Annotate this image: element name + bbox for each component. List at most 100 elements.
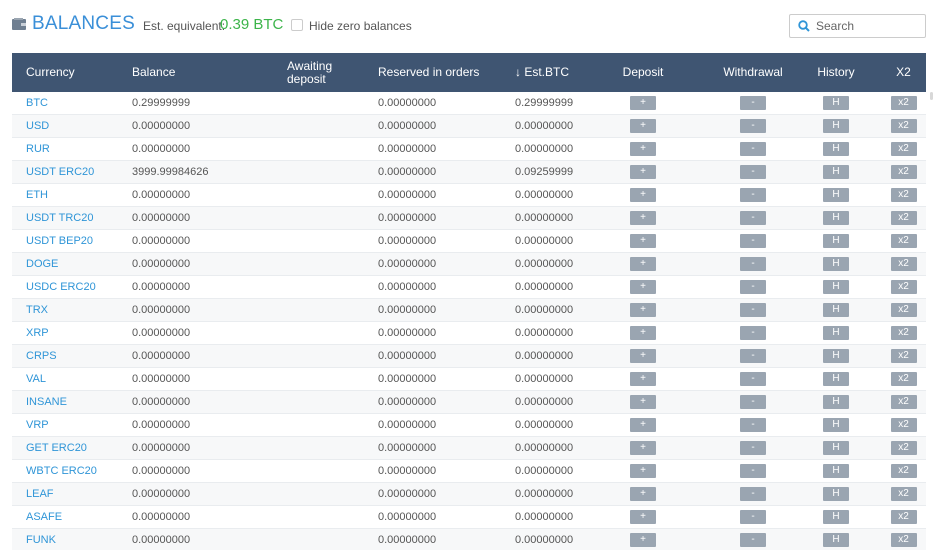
deposit-button[interactable]: + — [630, 119, 656, 133]
history-button[interactable]: H — [823, 533, 849, 547]
history-button[interactable]: H — [823, 326, 849, 340]
col-currency[interactable]: Currency — [12, 53, 132, 92]
x2-button[interactable]: x2 — [890, 510, 917, 524]
currency-link[interactable]: VRP — [26, 419, 49, 431]
history-button[interactable]: H — [823, 303, 849, 317]
deposit-button[interactable]: + — [630, 372, 656, 386]
history-button[interactable]: H — [823, 280, 849, 294]
currency-link[interactable]: XRP — [26, 327, 49, 339]
currency-link[interactable]: DOGE — [26, 258, 58, 270]
withdrawal-button[interactable]: - — [740, 349, 766, 363]
x2-button[interactable]: x2 — [890, 487, 917, 501]
withdrawal-button[interactable]: - — [740, 326, 766, 340]
hide-zero-checkbox[interactable] — [291, 19, 303, 31]
deposit-button[interactable]: + — [630, 487, 656, 501]
currency-link[interactable]: USDT BEP20 — [26, 235, 93, 247]
withdrawal-button[interactable]: - — [740, 257, 766, 271]
deposit-button[interactable]: + — [630, 96, 656, 110]
currency-link[interactable]: INSANE — [26, 396, 67, 408]
deposit-button[interactable]: + — [630, 464, 656, 478]
col-reserved[interactable]: Reserved in orders — [378, 53, 515, 92]
deposit-button[interactable]: + — [630, 441, 656, 455]
x2-button[interactable]: x2 — [890, 326, 917, 340]
history-button[interactable]: H — [823, 510, 849, 524]
withdrawal-button[interactable]: - — [740, 96, 766, 110]
withdrawal-button[interactable]: - — [740, 165, 766, 179]
deposit-button[interactable]: + — [630, 395, 656, 409]
withdrawal-button[interactable]: - — [740, 188, 766, 202]
search-input[interactable] — [816, 17, 920, 35]
history-button[interactable]: H — [823, 211, 849, 225]
deposit-button[interactable]: + — [630, 234, 656, 248]
currency-link[interactable]: TRX — [26, 304, 48, 316]
withdrawal-button[interactable]: - — [740, 119, 766, 133]
history-button[interactable]: H — [823, 257, 849, 271]
withdrawal-button[interactable]: - — [740, 372, 766, 386]
withdrawal-button[interactable]: - — [740, 142, 766, 156]
col-awaiting-deposit[interactable]: Awaiting deposit — [287, 53, 378, 92]
x2-button[interactable]: x2 — [890, 280, 917, 294]
currency-link[interactable]: ASAFE — [26, 511, 62, 523]
currency-link[interactable]: RUR — [26, 143, 50, 155]
deposit-button[interactable]: + — [630, 280, 656, 294]
x2-button[interactable]: x2 — [890, 441, 917, 455]
x2-button[interactable]: x2 — [890, 188, 917, 202]
withdrawal-button[interactable]: - — [740, 487, 766, 501]
deposit-button[interactable]: + — [630, 533, 656, 547]
deposit-button[interactable]: + — [630, 257, 656, 271]
withdrawal-button[interactable]: - — [740, 510, 766, 524]
x2-button[interactable]: x2 — [890, 142, 917, 156]
history-button[interactable]: H — [823, 96, 849, 110]
history-button[interactable]: H — [823, 142, 849, 156]
history-button[interactable]: H — [823, 441, 849, 455]
x2-button[interactable]: x2 — [890, 395, 917, 409]
x2-button[interactable]: x2 — [890, 165, 917, 179]
withdrawal-button[interactable]: - — [740, 533, 766, 547]
x2-button[interactable]: x2 — [890, 464, 917, 478]
x2-button[interactable]: x2 — [890, 234, 917, 248]
withdrawal-button[interactable]: - — [740, 464, 766, 478]
history-button[interactable]: H — [823, 234, 849, 248]
x2-button[interactable]: x2 — [890, 372, 917, 386]
x2-button[interactable]: x2 — [890, 303, 917, 317]
currency-link[interactable]: USDC ERC20 — [26, 281, 96, 293]
deposit-button[interactable]: + — [630, 165, 656, 179]
x2-button[interactable]: x2 — [890, 349, 917, 363]
withdrawal-button[interactable]: - — [740, 211, 766, 225]
withdrawal-button[interactable]: - — [740, 395, 766, 409]
history-button[interactable]: H — [823, 395, 849, 409]
history-button[interactable]: H — [823, 188, 849, 202]
search-icon[interactable] — [798, 20, 810, 32]
currency-link[interactable]: VAL — [26, 373, 46, 385]
currency-link[interactable]: ETH — [26, 189, 48, 201]
currency-link[interactable]: USDT ERC20 — [26, 166, 94, 178]
withdrawal-button[interactable]: - — [740, 303, 766, 317]
col-est-btc[interactable]: ↓ Est.BTC — [515, 53, 613, 92]
deposit-button[interactable]: + — [630, 303, 656, 317]
x2-button[interactable]: x2 — [890, 96, 917, 110]
deposit-button[interactable]: + — [630, 188, 656, 202]
history-button[interactable]: H — [823, 464, 849, 478]
x2-button[interactable]: x2 — [890, 119, 917, 133]
currency-link[interactable]: FUNK — [26, 534, 56, 546]
history-button[interactable]: H — [823, 418, 849, 432]
withdrawal-button[interactable]: - — [740, 441, 766, 455]
currency-link[interactable]: USD — [26, 120, 49, 132]
history-button[interactable]: H — [823, 487, 849, 501]
history-button[interactable]: H — [823, 349, 849, 363]
deposit-button[interactable]: + — [630, 142, 656, 156]
x2-button[interactable]: x2 — [890, 418, 917, 432]
currency-link[interactable]: WBTC ERC20 — [26, 465, 97, 477]
currency-link[interactable]: GET ERC20 — [26, 442, 87, 454]
withdrawal-button[interactable]: - — [740, 280, 766, 294]
deposit-button[interactable]: + — [630, 326, 656, 340]
search-box[interactable] — [789, 14, 926, 38]
history-button[interactable]: H — [823, 372, 849, 386]
withdrawal-button[interactable]: - — [740, 418, 766, 432]
deposit-button[interactable]: + — [630, 349, 656, 363]
deposit-button[interactable]: + — [630, 211, 656, 225]
history-button[interactable]: H — [823, 119, 849, 133]
x2-button[interactable]: x2 — [890, 533, 917, 547]
x2-button[interactable]: x2 — [890, 257, 917, 271]
col-balance[interactable]: Balance — [132, 53, 287, 92]
